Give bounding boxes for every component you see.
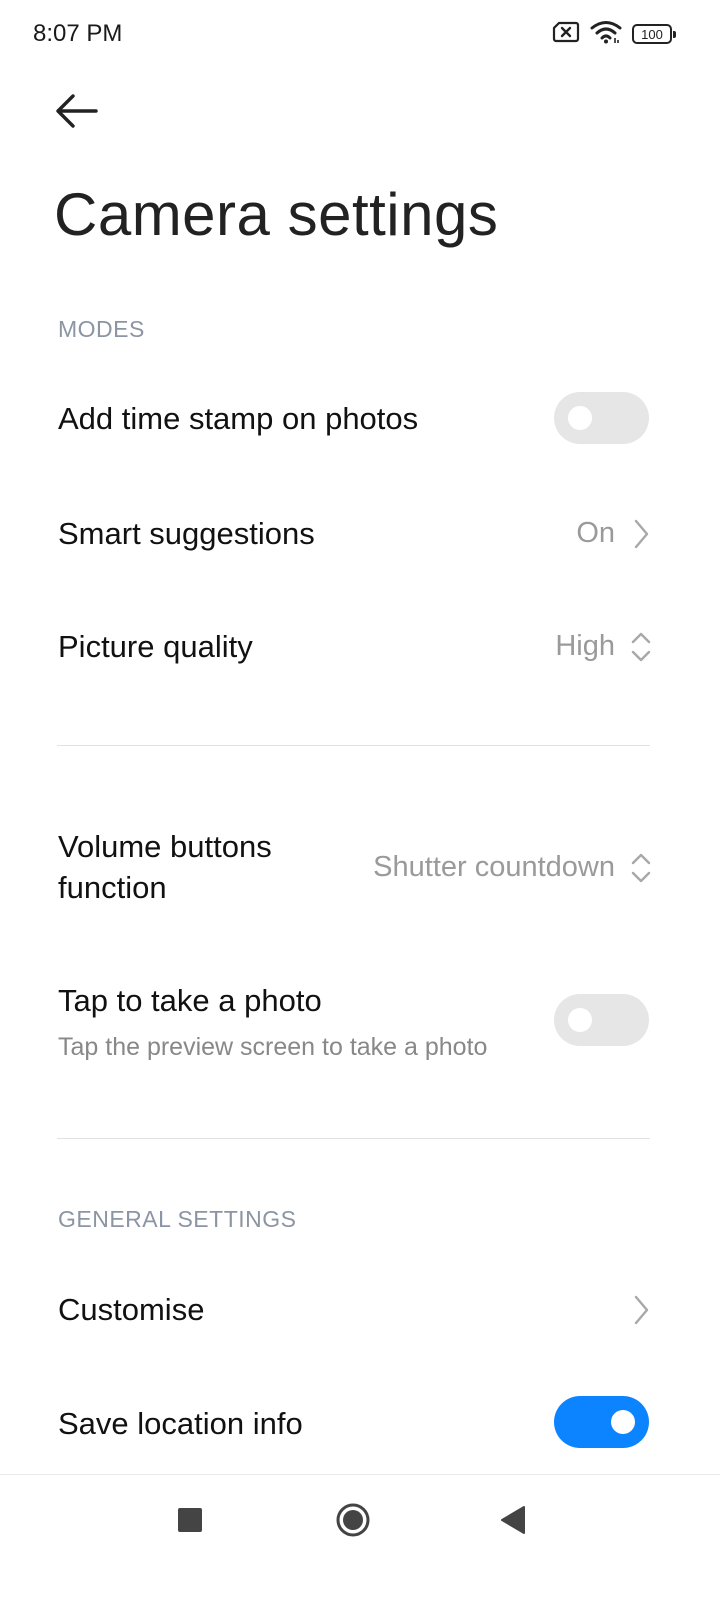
tap-photo-sublabel: Tap the preview screen to take a photo — [58, 1033, 488, 1061]
wifi-icon — [590, 20, 622, 49]
timestamp-toggle[interactable] — [554, 392, 649, 444]
save-location-toggle[interactable] — [554, 1396, 649, 1448]
customise-row[interactable]: Customise — [0, 1265, 720, 1355]
customise-label: Customise — [58, 1292, 205, 1327]
toggle-knob — [611, 1410, 635, 1434]
volume-buttons-row[interactable]: Volume buttons function Shutter countdow… — [0, 815, 720, 925]
volume-buttons-value: Shutter countdown — [373, 851, 615, 883]
save-location-row[interactable]: Save location info — [0, 1378, 720, 1468]
section-header-general: GENERAL SETTINGS — [58, 1206, 297, 1232]
back-triangle-icon — [501, 1506, 525, 1534]
smart-suggestions-row[interactable]: Smart suggestions On — [0, 490, 720, 580]
status-icons: 100 — [552, 20, 676, 49]
picture-quality-row[interactable]: Picture quality High — [0, 603, 720, 693]
divider — [57, 1138, 650, 1139]
tap-photo-label: Tap to take a photo — [58, 983, 322, 1018]
chevron-right-icon — [634, 1295, 649, 1325]
toggle-knob — [568, 1008, 592, 1032]
recents-button[interactable] — [168, 1497, 212, 1546]
navigation-bar — [0, 1474, 720, 1600]
back-button[interactable] — [54, 90, 100, 132]
smart-suggestions-label: Smart suggestions — [58, 516, 315, 551]
arrow-left-icon — [56, 94, 98, 128]
timestamp-label: Add time stamp on photos — [58, 401, 419, 436]
picture-quality-label: Picture quality — [58, 629, 253, 664]
status-time: 8:07 PM — [33, 20, 123, 47]
volume-buttons-label-line2: function — [58, 870, 167, 905]
home-button[interactable] — [331, 1497, 375, 1546]
tap-photo-row[interactable]: Tap to take a photo Tap the preview scre… — [0, 965, 720, 1075]
home-circle-icon — [336, 1503, 370, 1537]
picture-quality-value: High — [555, 630, 615, 662]
recents-square-icon — [178, 1508, 202, 1532]
status-bar: 8:07 PM 100 — [0, 0, 720, 70]
sim-error-icon — [552, 21, 580, 48]
volume-buttons-label-line1: Volume buttons — [58, 829, 272, 864]
toggle-knob — [568, 406, 592, 430]
smart-suggestions-value: On — [576, 517, 615, 549]
battery-icon: 100 — [632, 24, 676, 44]
chevron-updown-icon — [631, 632, 651, 662]
nav-back-button[interactable] — [492, 1497, 536, 1546]
timestamp-row[interactable]: Add time stamp on photos — [0, 375, 720, 465]
battery-level: 100 — [641, 26, 663, 42]
chevron-right-icon — [634, 519, 649, 549]
tap-photo-toggle[interactable] — [554, 994, 649, 1046]
divider — [57, 745, 650, 746]
chevron-updown-icon — [631, 853, 651, 883]
section-header-modes: MODES — [58, 316, 145, 342]
page-title: Camera settings — [54, 181, 499, 248]
save-location-label: Save location info — [58, 1406, 303, 1441]
